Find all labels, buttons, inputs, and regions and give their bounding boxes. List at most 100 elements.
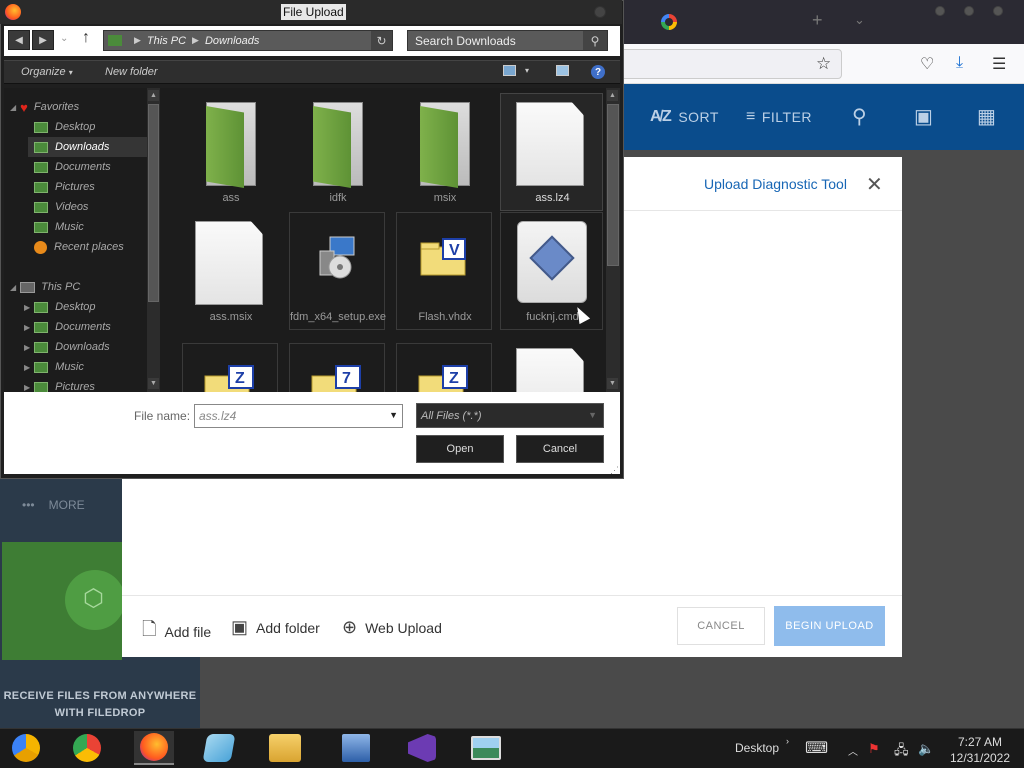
taskbar-app-chrome[interactable] — [67, 731, 107, 765]
add-folder-button[interactable]: ▣ Add folder — [231, 617, 320, 638]
file-item-ass-lz4[interactable]: ass.lz4 — [500, 93, 603, 211]
visual-studio-icon — [408, 734, 436, 762]
nav-fav-desktop[interactable]: Desktop — [34, 117, 95, 137]
up-folder-icon[interactable]: ↑ — [82, 29, 90, 47]
file-scroll-thumb[interactable] — [607, 104, 619, 266]
taskbar-app-photos[interactable] — [466, 731, 506, 765]
nav-pane-scrollbar[interactable]: ▲ ▼ — [147, 88, 160, 392]
file-item-archive-3[interactable]: Z — [396, 343, 492, 392]
organize-menu[interactable]: Organize ▾ — [21, 66, 73, 78]
close-icon[interactable]: ✕ — [866, 172, 883, 197]
grid-view-icon[interactable]: ▦ — [977, 104, 996, 129]
new-tab-icon[interactable]: + — [812, 10, 823, 31]
file-item-folder-msix[interactable]: msix — [396, 93, 492, 211]
scroll-up-icon[interactable]: ▲ — [607, 90, 618, 101]
nav-favorites[interactable]: ◢ ♥ Favorites — [10, 97, 79, 117]
cancel-upload-button[interactable]: CANCEL — [677, 607, 765, 645]
upload-diagnostic-link[interactable]: Upload Diagnostic Tool — [704, 176, 847, 192]
scroll-down-icon[interactable]: ▼ — [607, 378, 618, 389]
taskbar-app-remote-desktop[interactable] — [336, 731, 376, 765]
open-button[interactable]: Open — [416, 435, 504, 463]
view-dropdown-icon[interactable]: ▾ — [525, 66, 529, 75]
pocket-icon[interactable]: ♡ — [920, 54, 934, 74]
scroll-up-icon[interactable]: ▲ — [148, 90, 159, 101]
file-item-archive-1[interactable]: Z — [182, 343, 278, 392]
nav-pc-pictures[interactable]: ▶ Pictures — [24, 377, 95, 392]
nav-label: Downloads — [55, 141, 110, 153]
file-item-flash-vhdx[interactable]: V Flash.vhdx — [396, 212, 492, 330]
preview-pane-icon[interactable] — [556, 65, 569, 76]
window-maximize-button[interactable] — [964, 6, 974, 16]
network-icon[interactable]: 🖧 — [894, 741, 909, 763]
show-hidden-icons-chevron-icon[interactable]: ︿ — [848, 743, 858, 758]
recent-locations-chevron-icon[interactable]: ⌄ — [60, 33, 68, 44]
nav-this-pc[interactable]: ◢ This PC — [10, 277, 80, 297]
taskbar-clock[interactable]: 7:27 AM 12/31/2022 — [940, 734, 1020, 766]
nav-pc-downloads[interactable]: ▶ Downloads — [24, 337, 110, 357]
menu-hamburger-icon[interactable]: ☰ — [992, 54, 1006, 74]
network-error-icon[interactable]: ⚑ — [868, 741, 880, 757]
new-folder-icon[interactable]: ▣ — [914, 104, 933, 129]
web-upload-button[interactable]: ⊕ Web Upload — [342, 617, 442, 638]
nav-fav-downloads[interactable]: Downloads — [28, 137, 147, 157]
dialog-close-button[interactable] — [594, 6, 606, 18]
taskbar-app-firefox[interactable] — [134, 731, 174, 765]
add-file-button[interactable]: 🗋 Add file — [142, 617, 211, 647]
keyboard-icon[interactable]: ⌨ — [805, 738, 828, 758]
nav-pc-documents[interactable]: ▶ Documents — [24, 317, 111, 337]
begin-upload-button[interactable]: BEGIN UPLOAD — [774, 606, 885, 646]
nav-fav-music[interactable]: Music — [34, 217, 84, 237]
nav-pc-music[interactable]: ▶ Music — [24, 357, 84, 377]
nav-fav-pictures[interactable]: Pictures — [34, 177, 95, 197]
file-item-fucknj-cmd[interactable]: fucknj.cmd — [500, 212, 603, 330]
file-item-folder-idfk[interactable]: idfk — [289, 93, 385, 211]
breadcrumb-downloads[interactable]: Downloads — [205, 35, 259, 47]
sort-button[interactable]: A̸Z SORT — [650, 108, 719, 126]
nav-fav-videos[interactable]: Videos — [34, 197, 88, 217]
file-name: idfk — [329, 192, 347, 204]
taskbar-app-visual-studio[interactable] — [402, 731, 442, 765]
tab-list-chevron-icon[interactable]: ⌄ — [854, 12, 865, 28]
file-item-fdm-setup[interactable]: fdm_x64_setup.exe — [289, 212, 386, 330]
downloads-icon[interactable]: ⤓ — [956, 54, 963, 72]
nav-fav-recent-places[interactable]: Recent places — [34, 237, 124, 257]
bookmark-star-icon[interactable]: ☆ — [816, 54, 831, 74]
dropdown-arrow-icon[interactable]: ▼ — [389, 410, 398, 420]
taskbar-app-notepad[interactable] — [199, 731, 239, 765]
toolbar-expand-icon[interactable]: › — [786, 736, 789, 746]
nav-scroll-thumb[interactable] — [148, 104, 159, 302]
file-list-scrollbar[interactable]: ▲ ▼ — [606, 88, 620, 392]
volume-icon[interactable]: 🔈 — [918, 741, 934, 757]
file-item-ass-msix[interactable]: ass.msix — [182, 212, 278, 330]
scroll-down-icon[interactable]: ▼ — [148, 378, 159, 389]
file-item-text[interactable] — [500, 343, 603, 392]
nav-pc-desktop[interactable]: ▶ Desktop — [24, 297, 96, 317]
search-downloads-input[interactable]: Search Downloads ⚲ — [407, 30, 608, 51]
window-close-button[interactable] — [993, 6, 1003, 16]
resize-grip-icon[interactable]: ⋰ — [610, 465, 619, 476]
window-minimize-button[interactable] — [935, 6, 945, 16]
file-name-input[interactable]: ass.lz4 ▼ — [194, 404, 403, 428]
search-icon[interactable]: ⚲ — [852, 104, 867, 129]
breadcrumb-this-pc[interactable]: This PC — [147, 35, 186, 47]
desktop-toolbar-label[interactable]: Desktop — [735, 741, 779, 755]
forward-button[interactable]: ▶ — [32, 30, 54, 50]
cancel-button[interactable]: Cancel — [516, 435, 604, 463]
new-folder-button[interactable]: New folder — [105, 66, 158, 78]
refresh-icon[interactable]: ↻ — [371, 31, 392, 50]
url-bar[interactable] — [620, 49, 842, 79]
help-icon[interactable]: ? — [591, 65, 605, 79]
nav-fav-documents[interactable]: Documents — [34, 157, 111, 177]
file-item-folder-ass[interactable]: ass — [182, 93, 278, 211]
address-bar[interactable]: ▶ This PC ▶ Downloads — [103, 30, 393, 51]
taskbar-app-chrome-canary[interactable] — [6, 731, 46, 765]
file-type-filter-select[interactable]: All Files (*.*) ▼ — [416, 403, 604, 428]
taskbar-app-file-explorer[interactable] — [264, 731, 306, 765]
filter-button[interactable]: ≡ FILTER — [746, 108, 812, 126]
change-view-icon[interactable] — [503, 65, 516, 76]
more-menu[interactable]: ••• MORE — [22, 498, 85, 512]
file-item-archive-2[interactable]: 7 — [289, 343, 385, 392]
back-button[interactable]: ◀ — [8, 30, 30, 50]
browser-tab-google[interactable] — [655, 10, 683, 34]
search-icon[interactable]: ⚲ — [583, 31, 607, 50]
